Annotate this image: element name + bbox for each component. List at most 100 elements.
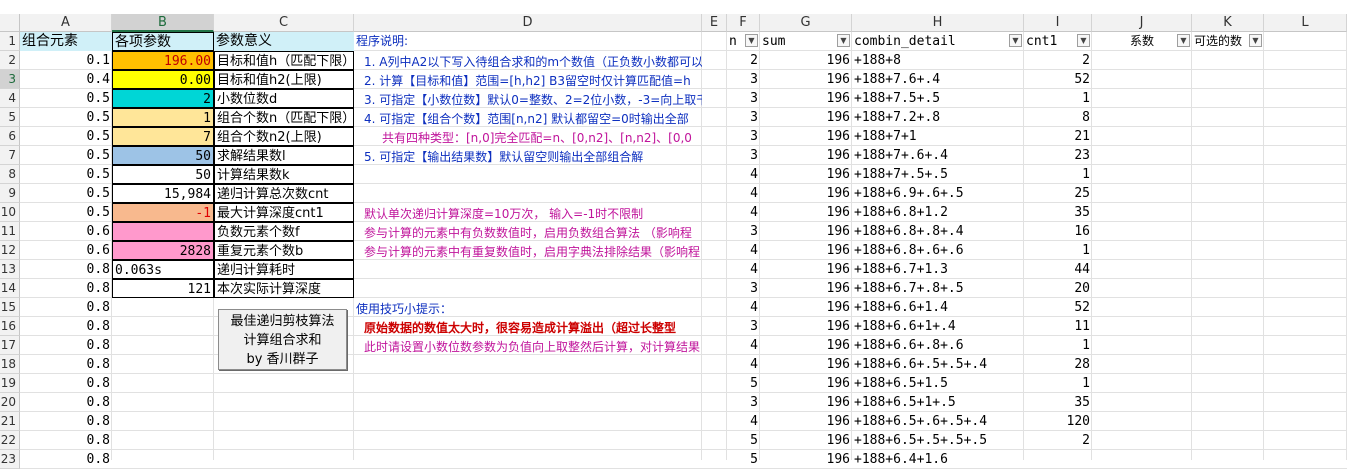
column-header-d[interactable]: D bbox=[354, 14, 702, 32]
result-detail[interactable]: +188+6.8+.8+.4 bbox=[852, 222, 1024, 241]
row-header-8[interactable]: 8 bbox=[0, 165, 20, 184]
result-sum[interactable]: 196 bbox=[760, 108, 852, 127]
row-header-13[interactable]: 13 bbox=[0, 260, 20, 279]
cell-a1[interactable]: 组合元素 bbox=[20, 32, 112, 51]
row-header-9[interactable]: 9 bbox=[0, 184, 20, 203]
column-header-e[interactable]: E bbox=[702, 14, 727, 32]
result-detail[interactable]: +188+6.5+.5+.5+.5 bbox=[852, 431, 1024, 450]
column-header-f[interactable]: F bbox=[727, 14, 760, 32]
cell-c4[interactable]: 小数位数d bbox=[214, 89, 354, 108]
cell-a7[interactable]: 0.5 bbox=[20, 146, 112, 165]
result-detail[interactable]: +188+6.9+.6+.5 bbox=[852, 184, 1024, 203]
result-sum[interactable]: 196 bbox=[760, 51, 852, 70]
cell-a18[interactable]: 0.8 bbox=[20, 355, 112, 374]
result-cnt1[interactable]: 35 bbox=[1024, 203, 1092, 222]
cell-c3[interactable]: 目标和值h2(上限) bbox=[214, 70, 354, 89]
column-header-j[interactable]: J bbox=[1092, 14, 1192, 32]
column-header-h[interactable]: H bbox=[852, 14, 1024, 32]
cell-b1[interactable]: 各项参数 bbox=[112, 32, 214, 51]
cell-b6[interactable]: 7 bbox=[112, 127, 214, 146]
column-header-k[interactable]: K bbox=[1192, 14, 1264, 32]
filter-dropdown-icon[interactable]: ▼ bbox=[1249, 34, 1262, 47]
result-sum[interactable]: 196 bbox=[760, 431, 852, 450]
result-detail[interactable]: +188+6.7+.8+.5 bbox=[852, 279, 1024, 298]
cell-b13[interactable]: 0.063s bbox=[112, 260, 214, 279]
cell-c9[interactable]: 递归计算总次数cnt bbox=[214, 184, 354, 203]
cell-b14[interactable]: 121 bbox=[112, 279, 214, 298]
result-n[interactable]: 3 bbox=[727, 222, 760, 241]
row-header-7[interactable]: 7 bbox=[0, 146, 20, 165]
row-header-4[interactable]: 4 bbox=[0, 89, 20, 108]
row-header-19[interactable]: 19 bbox=[0, 374, 20, 393]
result-detail[interactable]: +188+6.5+1+.5 bbox=[852, 393, 1024, 412]
row-header-16[interactable]: 16 bbox=[0, 317, 20, 336]
result-sum[interactable]: 196 bbox=[760, 127, 852, 146]
result-detail[interactable]: +188+6.5+1.5 bbox=[852, 374, 1024, 393]
result-cnt1[interactable]: 2 bbox=[1024, 51, 1092, 70]
result-n[interactable]: 3 bbox=[727, 393, 760, 412]
filter-dropdown-icon[interactable]: ▼ bbox=[1077, 34, 1090, 47]
result-n[interactable]: 4 bbox=[727, 412, 760, 431]
row-header-5[interactable]: 5 bbox=[0, 108, 20, 127]
cell-b4[interactable]: 2 bbox=[112, 89, 214, 108]
column-header-g[interactable]: G bbox=[760, 14, 852, 32]
result-sum[interactable]: 196 bbox=[760, 222, 852, 241]
cell-c14[interactable]: 本次实际计算深度 bbox=[214, 279, 354, 298]
result-sum[interactable]: 196 bbox=[760, 336, 852, 355]
row-header-10[interactable]: 10 bbox=[0, 203, 20, 222]
result-cnt1[interactable]: 11 bbox=[1024, 317, 1092, 336]
result-cnt1[interactable]: 2 bbox=[1024, 431, 1092, 450]
cell-a16[interactable]: 0.8 bbox=[20, 317, 112, 336]
cell-a14[interactable]: 0.8 bbox=[20, 279, 112, 298]
result-cnt1[interactable]: 23 bbox=[1024, 146, 1092, 165]
row-header-20[interactable]: 20 bbox=[0, 393, 20, 412]
result-n[interactable]: 4 bbox=[727, 260, 760, 279]
cell-b5[interactable]: 1 bbox=[112, 108, 214, 127]
cell-a15[interactable]: 0.8 bbox=[20, 298, 112, 317]
row-header-6[interactable]: 6 bbox=[0, 127, 20, 146]
result-detail[interactable]: +188+7+.6+.4 bbox=[852, 146, 1024, 165]
result-cnt1[interactable]: 25 bbox=[1024, 184, 1092, 203]
cell-a5[interactable]: 0.5 bbox=[20, 108, 112, 127]
result-cnt1[interactable]: 16 bbox=[1024, 222, 1092, 241]
result-n[interactable]: 4 bbox=[727, 184, 760, 203]
result-sum[interactable]: 196 bbox=[760, 412, 852, 431]
filter-dropdown-icon[interactable]: ▼ bbox=[745, 34, 758, 47]
select-all-corner[interactable] bbox=[0, 14, 20, 32]
result-sum[interactable]: 196 bbox=[760, 355, 852, 374]
result-cnt1[interactable]: 35 bbox=[1024, 393, 1092, 412]
result-n[interactable]: 4 bbox=[727, 298, 760, 317]
result-n[interactable]: 5 bbox=[727, 431, 760, 450]
row-header-11[interactable]: 11 bbox=[0, 222, 20, 241]
result-sum[interactable]: 196 bbox=[760, 241, 852, 260]
result-n[interactable]: 3 bbox=[727, 127, 760, 146]
result-sum[interactable]: 196 bbox=[760, 374, 852, 393]
cell-a3[interactable]: 0.4 bbox=[20, 70, 112, 89]
result-n[interactable]: 4 bbox=[727, 203, 760, 222]
result-cnt1[interactable]: 1 bbox=[1024, 336, 1092, 355]
cell-a11[interactable]: 0.6 bbox=[20, 222, 112, 241]
result-cnt1[interactable]: 28 bbox=[1024, 355, 1092, 374]
result-n[interactable]: 3 bbox=[727, 70, 760, 89]
row-header-15[interactable]: 15 bbox=[0, 298, 20, 317]
cell-a9[interactable]: 0.5 bbox=[20, 184, 112, 203]
result-n[interactable]: 4 bbox=[727, 241, 760, 260]
cell-c12[interactable]: 重复元素个数b bbox=[214, 241, 354, 260]
cell-h1[interactable]: combin_detail bbox=[852, 32, 1024, 51]
cell-c2[interactable]: 目标和值h（匹配下限） bbox=[214, 51, 354, 70]
cell-b8[interactable]: 50 bbox=[112, 165, 214, 184]
cell-b2[interactable]: 196.00 bbox=[112, 51, 214, 70]
cell-c1[interactable]: 参数意义 bbox=[214, 32, 354, 51]
result-sum[interactable]: 196 bbox=[760, 279, 852, 298]
cell-a12[interactable]: 0.6 bbox=[20, 241, 112, 260]
result-cnt1[interactable]: 21 bbox=[1024, 127, 1092, 146]
cell-c6[interactable]: 组合个数n2(上限) bbox=[214, 127, 354, 146]
column-header-c[interactable]: C bbox=[214, 14, 354, 32]
row-header-1[interactable]: 1 bbox=[0, 32, 20, 51]
result-sum[interactable]: 196 bbox=[760, 203, 852, 222]
result-sum[interactable]: 196 bbox=[760, 70, 852, 89]
cell-a21[interactable]: 0.8 bbox=[20, 412, 112, 431]
result-n[interactable]: 4 bbox=[727, 336, 760, 355]
result-cnt1[interactable]: 52 bbox=[1024, 298, 1092, 317]
result-n[interactable]: 3 bbox=[727, 279, 760, 298]
